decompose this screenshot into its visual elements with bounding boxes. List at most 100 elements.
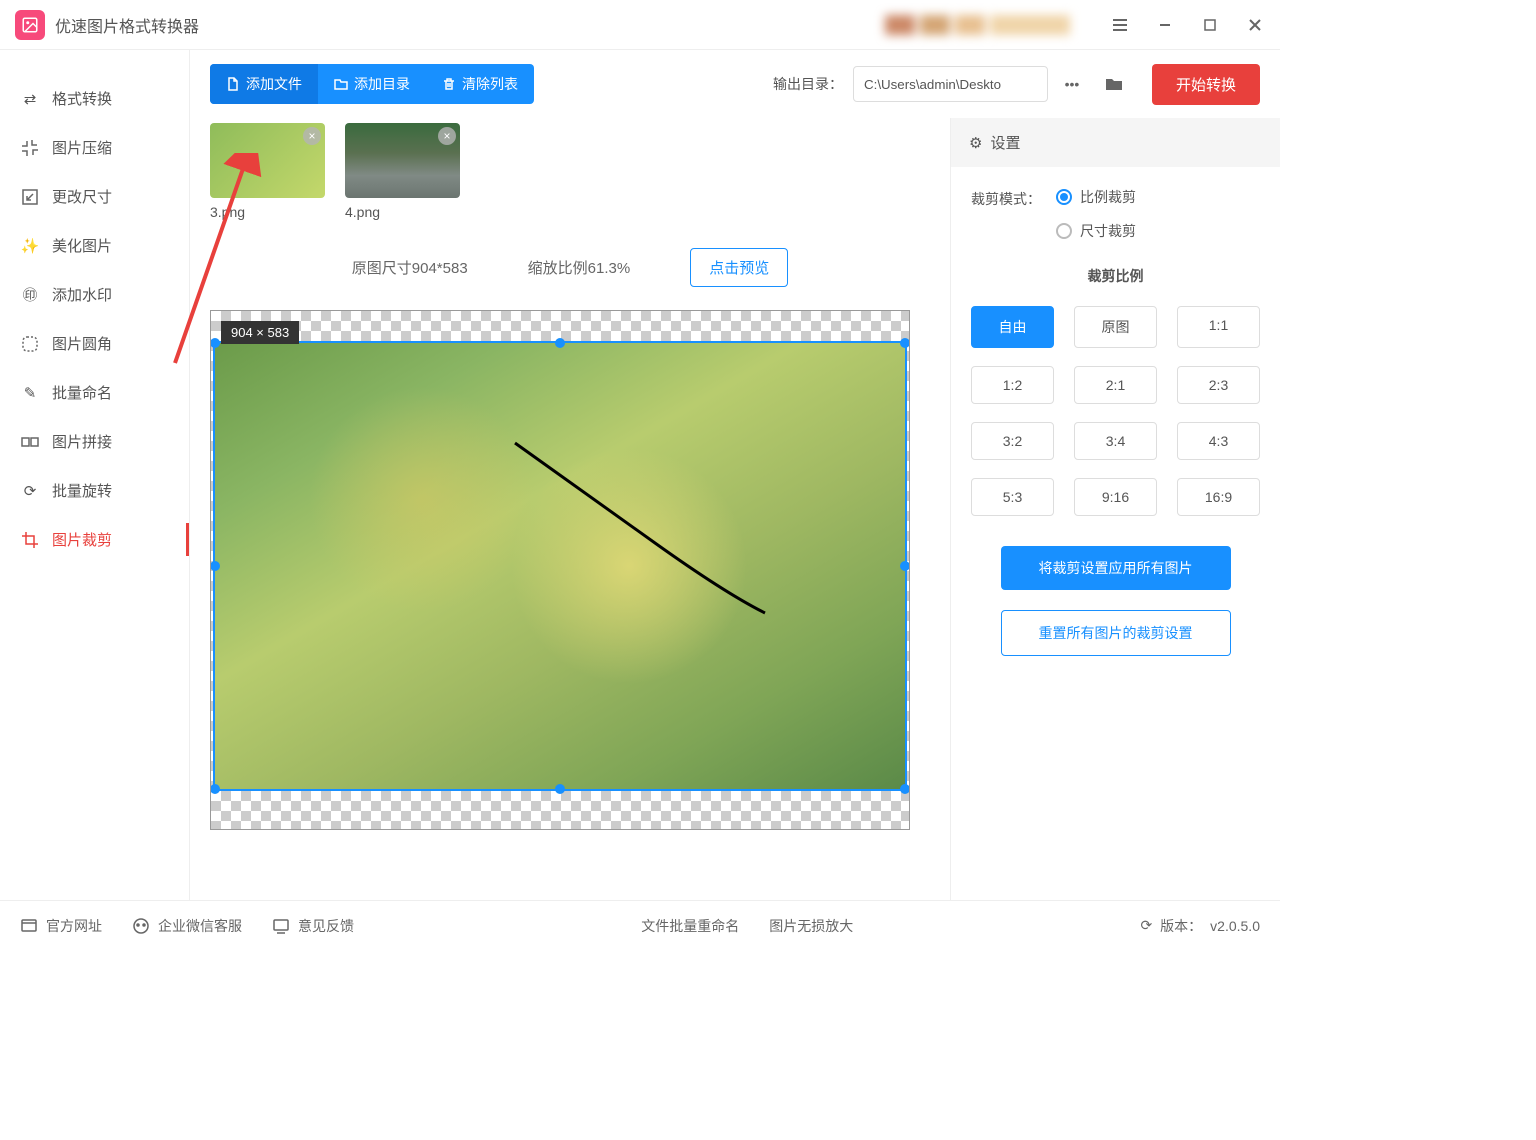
ratio-button-4-3[interactable]: 4:3 [1177,422,1260,460]
ratio-button-1-1[interactable]: 1:1 [1177,306,1260,348]
output-dir-input[interactable] [853,66,1048,102]
rounded-icon [20,334,40,354]
watermark-icon: ㊞ [20,285,40,305]
app-logo [15,10,45,40]
crop-handle[interactable] [555,338,565,348]
beautify-icon: ✨ [20,236,40,256]
close-icon[interactable] [1245,15,1265,35]
toolbar: 添加文件 添加目录 清除列表 输出目录： ••• 开始转换 [190,50,1280,118]
rename-icon: ✎ [20,383,40,403]
compress-icon [20,138,40,158]
footer-feedback-link[interactable]: 意见反馈 [272,916,354,936]
sidebar-item-label: 图片压缩 [52,137,112,158]
thumbnail-item[interactable]: × 4.png [345,123,460,220]
sidebar-item-label: 美化图片 [52,235,112,256]
thumbnail-name: 4.png [345,204,460,220]
clear-list-button[interactable]: 清除列表 [426,64,534,104]
sidebar-item-label: 图片拼接 [52,431,112,452]
footer-wechat-link[interactable]: 企业微信客服 [132,916,242,936]
sidebar-item-stitch[interactable]: 图片拼接 [0,417,189,466]
sidebar-item-label: 图片圆角 [52,333,112,354]
dimension-badge: 904 × 583 [221,321,299,344]
sidebar-item-rounded[interactable]: 图片圆角 [0,319,189,368]
sidebar-item-watermark[interactable]: ㊞添加水印 [0,270,189,319]
crop-handle[interactable] [900,784,910,794]
crop-icon [20,530,40,550]
ratio-button-5-3[interactable]: 5:3 [971,478,1054,516]
crop-handle[interactable] [900,338,910,348]
original-size-label: 原图尺寸904*583 [352,257,468,278]
ratio-button-9-16[interactable]: 9:16 [1074,478,1157,516]
sidebar-item-crop[interactable]: 图片裁剪 [0,515,189,564]
annotation-scribble [505,433,785,633]
preview-area: × 3.png × 4.png 原图尺寸904*583 缩放比例61.3% 点击… [190,118,950,900]
sidebar: ⇄ 格式转换 图片压缩 更改尺寸 ✨ 美化图片 ㊞添加水印 图片圆角 ✎ 批量命名 图… [0,50,190,900]
footer-website-link[interactable]: 官方网址 [20,916,102,936]
thumbnail-remove-icon[interactable]: × [438,127,456,145]
crop-handle[interactable] [555,784,565,794]
sidebar-item-label: 批量命名 [52,382,112,403]
gear-icon: ⚙ [969,134,982,152]
resize-icon [20,187,40,207]
settings-header: ⚙ 设置 [951,118,1280,167]
footer: 官方网址 企业微信客服 意见反馈 文件批量重命名 图片无损放大 ⟳ 版本： v2… [0,900,1280,950]
thumbnail-remove-icon[interactable]: × [303,127,321,145]
radio-size-crop[interactable]: 尺寸裁剪 [1056,221,1136,241]
browse-dots-button[interactable]: ••• [1054,66,1090,102]
crop-handle[interactable] [210,561,220,571]
ratio-button-1-2[interactable]: 1:2 [971,366,1054,404]
ratio-button-3-2[interactable]: 3:2 [971,422,1054,460]
settings-panel: ⚙ 设置 裁剪模式： 比例裁剪 尺寸裁剪 裁剪比例 自由 原图 [950,118,1280,900]
app-title: 优速图片格式转换器 [55,13,199,37]
sidebar-item-rename[interactable]: ✎ 批量命名 [0,368,189,417]
add-file-button[interactable]: 添加文件 [210,64,318,104]
thumbnail-item[interactable]: × 3.png [210,123,325,220]
click-preview-button[interactable]: 点击预览 [690,248,788,287]
ratio-button-original[interactable]: 原图 [1074,306,1157,348]
crop-handle[interactable] [210,338,220,348]
start-convert-button[interactable]: 开始转换 [1152,64,1260,105]
crop-mode-label: 裁剪模式： [971,187,1041,209]
open-folder-button[interactable] [1096,66,1132,102]
sidebar-item-compress[interactable]: 图片压缩 [0,123,189,172]
crop-ratio-title: 裁剪比例 [971,266,1260,286]
sidebar-item-label: 添加水印 [52,284,112,305]
ratio-button-16-9[interactable]: 16:9 [1177,478,1260,516]
sidebar-item-format-convert[interactable]: ⇄ 格式转换 [0,74,189,123]
crop-handle[interactable] [210,784,220,794]
sidebar-item-label: 图片裁剪 [52,529,112,550]
menu-icon[interactable] [1110,15,1130,35]
user-area-blurred [885,15,1070,35]
ratio-button-3-4[interactable]: 3:4 [1074,422,1157,460]
ratio-button-2-1[interactable]: 2:1 [1074,366,1157,404]
stitch-icon [20,432,40,452]
maximize-icon[interactable] [1200,15,1220,35]
reset-all-button[interactable]: 重置所有图片的裁剪设置 [1001,610,1231,656]
ratio-grid: 自由 原图 1:1 1:2 2:1 2:3 3:2 3:4 4:3 5:3 9:… [971,306,1260,516]
apply-all-button[interactable]: 将裁剪设置应用所有图片 [1001,546,1231,590]
sidebar-item-label: 批量旋转 [52,480,112,501]
sidebar-item-label: 更改尺寸 [52,186,112,207]
sidebar-item-label: 格式转换 [52,88,112,109]
ratio-button-free[interactable]: 自由 [971,306,1054,348]
sidebar-item-rotate[interactable]: ⟳ 批量旋转 [0,466,189,515]
zoom-ratio-label: 缩放比例61.3% [528,257,631,278]
output-dir-label: 输出目录： [773,74,843,94]
footer-batch-rename-link[interactable]: 文件批量重命名 [641,916,739,936]
radio-ratio-crop[interactable]: 比例裁剪 [1056,187,1136,207]
crop-canvas[interactable]: 904 × 583 [210,310,910,830]
version-info[interactable]: ⟳ 版本： v2.0.5.0 [1140,916,1260,936]
refresh-icon: ⟳ [1140,917,1152,934]
crop-handle[interactable] [900,561,910,571]
sidebar-item-resize[interactable]: 更改尺寸 [0,172,189,221]
thumbnail-name: 3.png [210,204,325,220]
convert-icon: ⇄ [20,89,40,109]
add-folder-button[interactable]: 添加目录 [318,64,426,104]
rotate-icon: ⟳ [20,481,40,501]
minimize-icon[interactable] [1155,15,1175,35]
footer-lossless-link[interactable]: 图片无损放大 [769,916,853,936]
titlebar: 优速图片格式转换器 [0,0,1280,50]
ratio-button-2-3[interactable]: 2:3 [1177,366,1260,404]
crop-selection[interactable] [213,341,907,791]
sidebar-item-beautify[interactable]: ✨ 美化图片 [0,221,189,270]
